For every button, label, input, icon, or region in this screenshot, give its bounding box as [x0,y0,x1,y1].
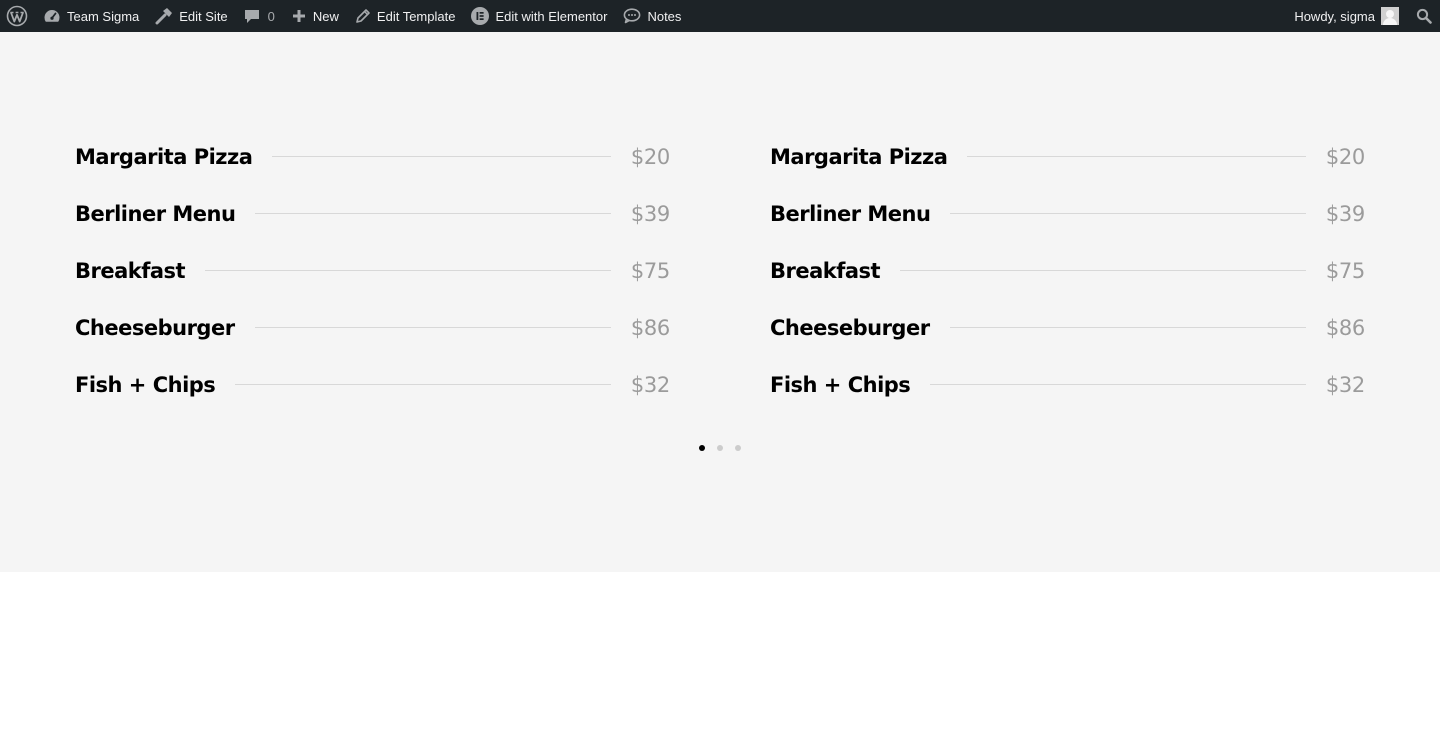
item-title: Fish + Chips [770,372,911,397]
item-divider [950,213,1306,214]
item-price: $86 [630,315,670,340]
hammer-icon [155,7,173,25]
price-list-left: Margarita Pizza $20 Berliner Menu $39 Br… [75,128,670,413]
my-account-menu[interactable]: Howdy, sigma [1286,0,1407,32]
comments-button[interactable]: 0 [236,0,283,32]
dashboard-icon [43,8,61,24]
price-list-item: Margarita Pizza $20 [770,128,1365,185]
item-price: $32 [630,372,670,397]
item-divider [254,327,611,328]
search-icon [1416,8,1432,24]
search-button[interactable] [1407,0,1440,32]
item-title: Margarita Pizza [770,144,948,169]
edit-elementor-button[interactable]: Edit with Elementor [463,0,615,32]
site-name-menu[interactable]: Team Sigma [35,0,147,32]
pagination-dot-2[interactable] [717,445,723,451]
notes-label: Notes [647,8,682,24]
item-divider [205,270,611,271]
edit-site-label: Edit Site [179,8,228,24]
admin-bar: Team Sigma Edit Site 0 New Edit Template [0,0,1440,32]
elementor-icon [471,7,490,25]
item-price: $20 [1325,144,1365,169]
price-list-item: Berliner Menu $39 [75,185,670,242]
item-price: $75 [630,258,670,283]
item-title: Berliner Menu [770,201,931,226]
item-price: $20 [630,144,670,169]
plus-icon [291,8,307,24]
item-divider [235,384,611,385]
carousel-pagination [0,445,1440,451]
item-price: $39 [630,201,670,226]
item-title: Berliner Menu [75,201,236,226]
item-divider [900,270,1306,271]
item-price: $32 [1325,372,1365,397]
item-price: $75 [1325,258,1365,283]
item-title: Breakfast [75,258,186,283]
price-list-section: Margarita Pizza $20 Berliner Menu $39 Br… [0,32,1440,572]
new-content-button[interactable]: New [283,0,347,32]
edit-template-label: Edit Template [376,8,456,24]
admin-bar-right: Howdy, sigma [1286,0,1440,32]
new-label: New [312,8,339,24]
price-list-item: Breakfast $75 [770,242,1365,299]
price-list-item: Fish + Chips $32 [75,356,670,413]
item-title: Cheeseburger [770,315,930,340]
item-divider [930,384,1306,385]
item-title: Margarita Pizza [75,144,253,169]
item-divider [967,156,1306,157]
avatar [1381,7,1399,25]
howdy-label: Howdy, sigma [1294,8,1375,24]
edit-template-button[interactable]: Edit Template [347,0,464,32]
item-divider [255,213,611,214]
price-list-item: Breakfast $75 [75,242,670,299]
site-name-label: Team Sigma [67,8,140,24]
admin-bar-left: Team Sigma Edit Site 0 New Edit Template [0,0,689,32]
chat-bubble-icon [623,8,641,24]
price-list-right: Margarita Pizza $20 Berliner Menu $39 Br… [770,128,1365,413]
price-list-item: Cheeseburger $86 [75,299,670,356]
item-price: $86 [1325,315,1365,340]
comment-icon [244,8,260,24]
wordpress-logo-icon [6,5,28,27]
edit-elementor-label: Edit with Elementor [495,8,608,24]
pagination-dot-3[interactable] [735,445,741,451]
wordpress-menu[interactable] [0,0,35,32]
price-list-item: Berliner Menu $39 [770,185,1365,242]
item-title: Cheeseburger [75,315,235,340]
item-price: $39 [1325,201,1365,226]
item-title: Breakfast [770,258,881,283]
price-list-item: Fish + Chips $32 [770,356,1365,413]
pagination-dot-1[interactable] [699,445,705,451]
item-divider [272,156,611,157]
price-list-item: Cheeseburger $86 [770,299,1365,356]
comments-count: 0 [267,8,275,24]
item-title: Fish + Chips [75,372,216,397]
pencil-icon [355,8,371,24]
price-list-item: Margarita Pizza $20 [75,128,670,185]
notes-button[interactable]: Notes [615,0,689,32]
edit-site-button[interactable]: Edit Site [147,0,235,32]
item-divider [949,327,1306,328]
